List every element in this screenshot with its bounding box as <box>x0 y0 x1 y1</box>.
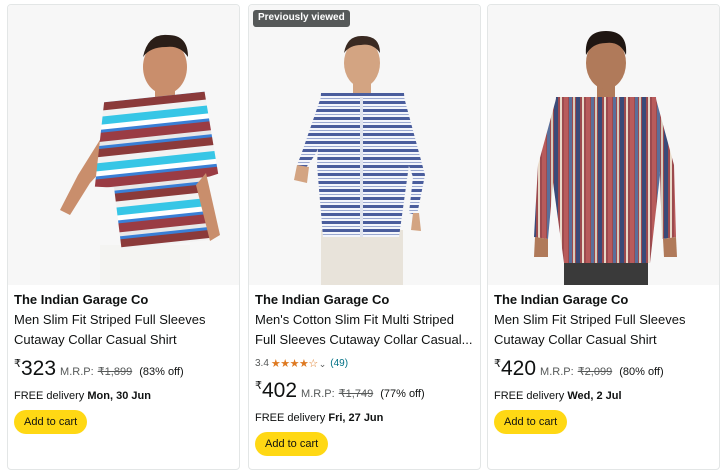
product-image[interactable] <box>488 5 719 285</box>
brand-name: The Indian Garage Co <box>255 292 390 307</box>
product-image[interactable]: Previously viewed <box>249 5 480 285</box>
currency-symbol: ₹ <box>255 380 262 392</box>
product-title[interactable]: Men Slim Fit Striped Full Sleeves Cutawa… <box>14 310 233 349</box>
brand-name: The Indian Garage Co <box>14 292 149 307</box>
delivery-label: FREE delivery <box>494 390 565 402</box>
price-block: ₹ 323 M.R.P: ₹1,899 (83% off) <box>14 357 233 381</box>
delivery-date: Wed, 2 Jul <box>567 390 622 402</box>
price: 402 <box>262 379 298 402</box>
delivery-info: FREE delivery Wed, 2 Jul <box>494 389 713 403</box>
discount: (83% off) <box>139 366 184 378</box>
delivery-date: Fri, 27 Jun <box>328 412 384 424</box>
discount: (80% off) <box>619 366 664 378</box>
delivery-info: FREE delivery Mon, 30 Jun <box>14 389 233 403</box>
mrp-value: ₹2,099 <box>577 366 613 378</box>
mrp-value: ₹1,899 <box>97 366 133 378</box>
price: 323 <box>21 357 57 380</box>
price-block: ₹ 420 M.R.P: ₹2,099 (80% off) <box>494 357 713 381</box>
rating-value: 3.4 <box>255 358 269 369</box>
review-count[interactable]: (49) <box>330 357 348 371</box>
brand-name: The Indian Garage Co <box>494 292 629 307</box>
product-title[interactable]: Men Slim Fit Striped Full Sleeves Cutawa… <box>494 310 713 349</box>
product-title[interactable]: Men's Cotton Slim Fit Multi Striped Full… <box>255 310 474 349</box>
mrp-label: M.R.P: <box>301 388 335 400</box>
price: 420 <box>501 357 537 380</box>
currency-symbol: ₹ <box>494 358 501 370</box>
add-to-cart-button[interactable]: Add to cart <box>14 410 88 434</box>
star-rating-icon: ★★★★☆ <box>270 358 318 370</box>
discount: (77% off) <box>380 388 425 400</box>
product-image[interactable] <box>8 5 239 285</box>
product-card[interactable]: Previously viewed The Indian Garage Co M… <box>248 4 481 470</box>
product-card[interactable]: The Indian Garage Co Men Slim Fit Stripe… <box>487 4 720 470</box>
delivery-label: FREE delivery <box>255 412 326 424</box>
price-block: ₹ 402 M.R.P: ₹1,749 (77% off) <box>255 379 474 403</box>
product-card[interactable]: The Indian Garage Co Men Slim Fit Stripe… <box>7 4 240 470</box>
mrp-label: M.R.P: <box>540 366 574 378</box>
previously-viewed-badge: Previously viewed <box>253 10 350 27</box>
delivery-label: FREE delivery <box>14 390 85 402</box>
mrp-label: M.R.P: <box>60 366 94 378</box>
delivery-info: FREE delivery Fri, 27 Jun <box>255 411 474 425</box>
rating-row[interactable]: 3.4 ★★★★☆ ⌄ (49) <box>255 357 474 371</box>
add-to-cart-button[interactable]: Add to cart <box>255 432 329 456</box>
add-to-cart-button[interactable]: Add to cart <box>494 410 568 434</box>
chevron-down-icon[interactable]: ⌄ <box>319 357 327 371</box>
mrp-value: ₹1,749 <box>338 388 374 400</box>
currency-symbol: ₹ <box>14 358 21 370</box>
delivery-date: Mon, 30 Jun <box>87 390 151 402</box>
